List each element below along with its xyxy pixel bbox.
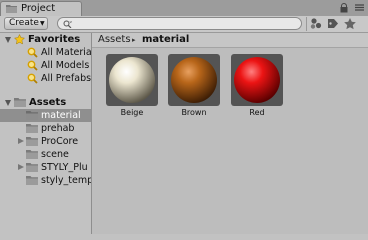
material-sphere-icon xyxy=(234,57,280,103)
favorites-item-label: All Prefabs xyxy=(41,73,91,84)
tree-item-label: prehab xyxy=(41,123,75,134)
folder-icon xyxy=(26,150,38,159)
search-icon xyxy=(63,20,72,28)
create-button-label: Create xyxy=(9,18,39,28)
toolbar: Create ▼ xyxy=(0,16,368,33)
folder-icon xyxy=(26,163,38,172)
fold-arrow-icon[interactable] xyxy=(5,100,11,106)
tree-item-styly-temp[interactable]: styly_temp xyxy=(0,174,91,187)
favorites-item[interactable]: All Models xyxy=(0,59,91,72)
project-tree: Favorites All Materia All Models All Pre… xyxy=(0,33,91,234)
search-icon xyxy=(27,47,38,58)
asset-thumbnail-red[interactable] xyxy=(231,54,283,106)
asset-thumbnail-brown[interactable] xyxy=(168,54,220,106)
star-icon[interactable] xyxy=(343,17,357,30)
folder-icon xyxy=(14,98,26,107)
breadcrumb-separator: ▸ xyxy=(132,36,136,44)
folder-icon xyxy=(26,124,38,133)
assets-header[interactable]: Assets xyxy=(0,96,91,109)
fold-arrow-icon[interactable] xyxy=(5,37,11,43)
breadcrumb-root[interactable]: Assets xyxy=(98,33,131,47)
tree-item-prehab[interactable]: prehab xyxy=(0,122,91,135)
asset-name: Red xyxy=(249,108,265,117)
fold-arrow-icon[interactable] xyxy=(18,138,24,144)
asset-thumbnail-beige[interactable] xyxy=(106,54,158,106)
folder-icon xyxy=(26,176,38,185)
favorites-item[interactable]: All Materia xyxy=(0,46,91,59)
favorites-item-label: All Models xyxy=(41,60,90,71)
favorites-label: Favorites xyxy=(28,34,81,45)
tree-item-procore[interactable]: ProCore xyxy=(0,135,91,148)
breadcrumb: Assets ▸ material xyxy=(92,33,368,48)
search-icon xyxy=(27,60,38,71)
folder-icon xyxy=(6,5,17,13)
material-sphere-icon xyxy=(109,57,155,103)
toolbar-divider xyxy=(306,17,307,31)
assets-label: Assets xyxy=(29,97,67,108)
breadcrumb-current[interactable]: material xyxy=(142,33,189,47)
folder-icon xyxy=(26,137,38,146)
tree-item-label: scene xyxy=(41,149,69,160)
tree-item-scene[interactable]: scene xyxy=(0,148,91,161)
favorites-header[interactable]: Favorites xyxy=(0,33,91,46)
tree-item-label: styly_temp xyxy=(41,175,91,186)
tree-item-label: STYLY_Plu xyxy=(41,162,88,173)
dropdown-arrow-icon: ▼ xyxy=(40,20,45,27)
search-icon xyxy=(27,73,38,84)
favorites-item[interactable]: All Prefabs xyxy=(0,72,91,85)
search-by-type-icon[interactable] xyxy=(309,17,323,30)
lock-icon[interactable] xyxy=(339,3,349,13)
tab-label: Project xyxy=(21,3,56,14)
create-button[interactable]: Create ▼ xyxy=(4,17,48,30)
star-icon xyxy=(14,34,25,45)
tree-item-label: ProCore xyxy=(41,136,79,147)
asset-name: Beige xyxy=(120,108,144,117)
tab-project[interactable]: Project xyxy=(0,1,82,16)
material-sphere-icon xyxy=(171,57,217,103)
menu-icon[interactable] xyxy=(354,3,364,13)
fold-arrow-icon[interactable] xyxy=(18,164,24,170)
asset-name: Brown xyxy=(181,108,207,117)
folder-icon xyxy=(26,111,38,120)
favorites-item-label: All Materia xyxy=(41,47,91,58)
search-by-label-icon[interactable] xyxy=(326,17,340,30)
tree-item-styly-plugin[interactable]: STYLY_Plu xyxy=(0,161,91,174)
search-input[interactable] xyxy=(57,17,302,30)
tree-item-label: material xyxy=(41,110,81,121)
tree-item-material[interactable]: material xyxy=(0,109,91,122)
